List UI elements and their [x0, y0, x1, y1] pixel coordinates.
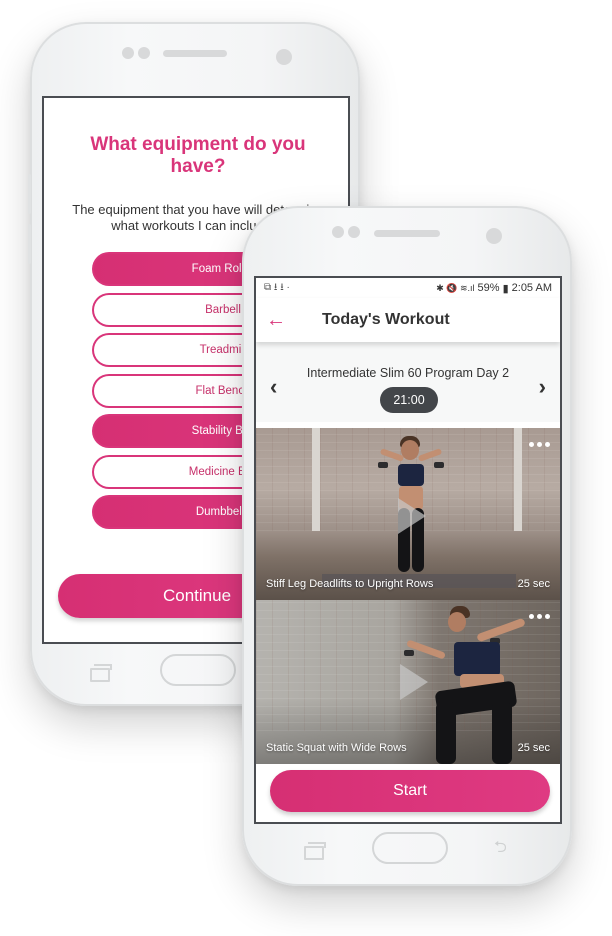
exercise-name: Stiff Leg Deadlifts to Upright Rows	[266, 578, 434, 590]
page-title: What equipment do you have?	[90, 134, 306, 177]
more-options-icon[interactable]	[529, 614, 550, 619]
clock: 2:05 AM	[511, 282, 552, 294]
exercise-duration: 25 sec	[517, 578, 550, 590]
chevron-right-icon[interactable]: ›	[539, 376, 546, 398]
duration-badge: 21:00	[380, 387, 438, 413]
start-area: Start	[256, 764, 560, 822]
recent-apps-icon[interactable]	[304, 842, 326, 860]
program-header: ‹ Intermediate Slim 60 Program Day 2 21:…	[256, 342, 560, 422]
system-icons: ✱ 🔇 ≋.ıl 59% ▮ 2:05 AM	[436, 282, 552, 295]
battery-percent: 59%	[477, 282, 500, 294]
home-button[interactable]	[160, 654, 236, 686]
more-options-icon[interactable]	[529, 442, 550, 447]
sensor-dots	[122, 47, 150, 59]
connectivity-icons: ✱ 🔇 ≋.ıl	[436, 282, 475, 293]
home-button[interactable]	[372, 832, 448, 864]
notification-icons: ⧉ ⭳ ⭳ ·	[264, 281, 290, 293]
page-title: Today's Workout	[322, 311, 450, 328]
volume-key	[28, 224, 31, 264]
pillar	[312, 428, 320, 532]
start-button[interactable]: Start	[270, 770, 550, 812]
exercise-video-card[interactable]: Static Squat with Wide Rows 25 sec	[256, 600, 560, 764]
status-bar: ⧉ ⭳ ⭳ · ✱ 🔇 ≋.ıl 59% ▮ 2:05 AM	[256, 278, 560, 298]
back-nav-icon[interactable]: ⮌	[494, 836, 507, 863]
exercise-name: Static Squat with Wide Rows	[266, 742, 407, 754]
exercise-duration: 25 sec	[517, 742, 550, 754]
play-icon[interactable]	[398, 498, 426, 534]
speaker-grille	[374, 230, 440, 237]
pillar	[514, 428, 522, 532]
battery-icon: ▮	[502, 282, 509, 295]
phone-workout: ⧉ ⭳ ⭳ · ✱ 🔇 ≋.ıl 59% ▮ 2:05 AM ← Today's…	[242, 206, 572, 886]
play-icon[interactable]	[400, 664, 428, 700]
volume-key	[28, 174, 31, 214]
workout-screen: ⧉ ⭳ ⭳ · ✱ 🔇 ≋.ıl 59% ▮ 2:05 AM ← Today's…	[254, 276, 562, 824]
front-camera	[276, 49, 292, 65]
app-bar: ← Today's Workout	[256, 298, 560, 342]
program-title: Intermediate Slim 60 Program Day 2	[306, 366, 510, 380]
sensor-dots	[332, 226, 360, 238]
speaker-grille	[163, 50, 227, 57]
recent-apps-icon[interactable]	[90, 664, 112, 682]
front-camera	[486, 228, 502, 244]
exercise-video-card[interactable]: Stiff Leg Deadlifts to Upright Rows 25 s…	[256, 428, 560, 600]
back-arrow-icon[interactable]: ←	[266, 309, 290, 332]
continue-label: Continue	[163, 586, 232, 605]
